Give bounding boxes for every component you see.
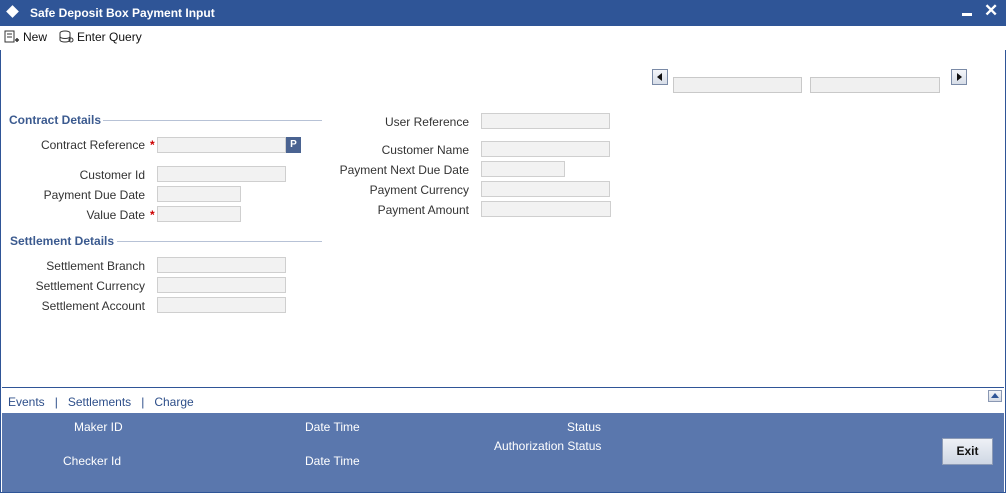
previous-record-button[interactable] xyxy=(652,69,668,85)
next-record-button[interactable] xyxy=(951,69,967,85)
checker-date-time-label: Date Time xyxy=(305,454,360,468)
arrow-up-icon xyxy=(991,393,999,398)
contract-reference-label: Contract Reference xyxy=(40,138,145,152)
settlement-account-label: Settlement Account xyxy=(41,299,145,313)
user-reference-label: User Reference xyxy=(384,115,469,129)
record-indicator-field-1 xyxy=(673,77,802,93)
bottom-divider xyxy=(2,387,1004,388)
payment-amount-field[interactable] xyxy=(481,201,611,217)
contract-reference-lookup-button[interactable]: P xyxy=(286,137,301,153)
value-date-label: Value Date xyxy=(86,208,145,222)
sub-screen-links: Events | Settlements | Charge xyxy=(8,395,194,409)
arrow-right-icon xyxy=(957,73,962,81)
customer-name-label: Customer Name xyxy=(381,143,469,157)
customer-id-field[interactable] xyxy=(157,166,286,182)
payment-currency-label: Payment Currency xyxy=(369,183,469,197)
contract-reference-field[interactable] xyxy=(157,137,286,153)
user-reference-field[interactable] xyxy=(481,113,610,129)
new-label: New xyxy=(23,30,48,44)
status-label: Status xyxy=(567,420,602,434)
record-indicator-field-2 xyxy=(810,77,940,93)
settlement-branch-label: Settlement Branch xyxy=(46,259,145,273)
enter-query-button[interactable]: Enter Query xyxy=(58,28,142,46)
query-database-icon xyxy=(59,30,74,43)
arrow-left-icon xyxy=(657,73,662,81)
maker-id-label: Maker ID xyxy=(74,420,123,434)
payment-currency-field[interactable] xyxy=(481,181,610,197)
scroll-up-button[interactable] xyxy=(988,390,1002,402)
settlement-currency-field[interactable] xyxy=(157,277,286,293)
value-date-field[interactable] xyxy=(157,206,241,222)
close-icon[interactable]: ✕ xyxy=(984,1,998,21)
settlement-currency-label: Settlement Currency xyxy=(35,279,145,293)
settlement-branch-field[interactable] xyxy=(157,257,286,273)
minimize-icon[interactable] xyxy=(962,13,972,16)
new-document-icon xyxy=(4,30,19,43)
settlement-details-divider xyxy=(117,241,322,242)
payment-due-date-label: Payment Due Date xyxy=(43,188,145,202)
settlement-details-heading: Settlement Details xyxy=(10,234,115,248)
charge-link[interactable]: Charge xyxy=(154,395,193,409)
customer-id-label: Customer Id xyxy=(79,168,145,182)
link-separator: | xyxy=(141,395,145,409)
payment-next-due-date-field[interactable] xyxy=(481,161,565,177)
new-button[interactable]: New xyxy=(4,28,47,46)
payment-amount-label: Payment Amount xyxy=(377,203,469,217)
app-diamond-icon xyxy=(6,5,19,18)
checker-id-label: Checker Id xyxy=(63,454,122,468)
contract-details-heading: Contract Details xyxy=(9,113,102,127)
title-bar: Safe Deposit Box Payment Input ✕ xyxy=(0,0,1006,26)
required-marker: * xyxy=(150,138,155,152)
contract-details-divider xyxy=(103,120,322,121)
required-marker: * xyxy=(150,208,155,222)
exit-button[interactable]: Exit xyxy=(942,438,993,465)
maker-date-time-label: Date Time xyxy=(305,420,360,434)
window-title: Safe Deposit Box Payment Input xyxy=(30,6,215,20)
audit-footer: Maker ID Date Time Status Authorization … xyxy=(2,413,1004,492)
payment-due-date-field[interactable] xyxy=(157,186,241,202)
settlements-link[interactable]: Settlements xyxy=(68,395,131,409)
settlement-account-field[interactable] xyxy=(157,297,286,313)
authorization-status-label: Authorization Status xyxy=(494,439,602,453)
link-separator: | xyxy=(54,395,58,409)
payment-next-due-date-label: Payment Next Due Date xyxy=(339,163,469,177)
customer-name-field[interactable] xyxy=(481,141,610,157)
toolbar: New Enter Query xyxy=(0,26,1006,50)
events-link[interactable]: Events xyxy=(8,395,45,409)
enter-query-label: Enter Query xyxy=(77,30,142,44)
